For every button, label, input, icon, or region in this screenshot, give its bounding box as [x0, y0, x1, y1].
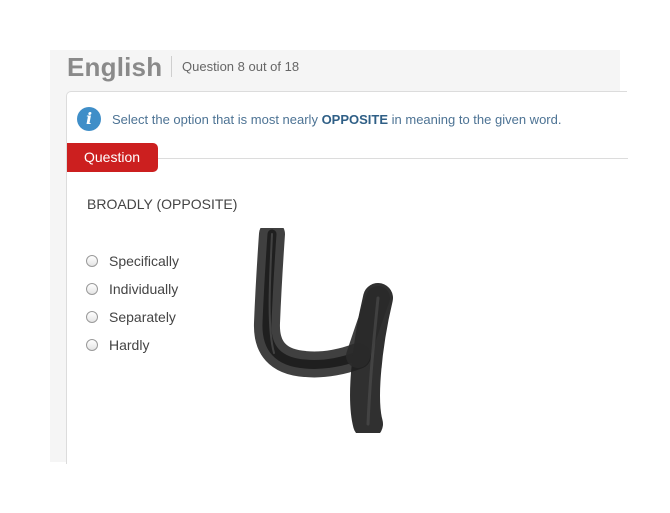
radio-button[interactable] [86, 255, 98, 267]
info-icon: i [77, 107, 101, 131]
handwritten-four-scribble [253, 228, 393, 433]
tab-question[interactable]: Question [67, 143, 158, 172]
option-label: Hardly [109, 337, 150, 353]
header-divider [171, 56, 172, 77]
question-progress: Question 8 out of 18 [182, 59, 300, 74]
tab-divider [158, 158, 628, 159]
option-label: Specifically [109, 253, 180, 269]
instruction-before: Select the option that is most nearly [112, 112, 322, 127]
instruction-text: Select the option that is most nearly OP… [112, 112, 561, 127]
option-label: Individually [109, 281, 179, 297]
subject-title: English [67, 52, 163, 82]
radio-button[interactable] [86, 339, 98, 351]
instruction-emphasis: OPPOSITE [321, 112, 389, 127]
instruction-after: in meaning to the given word. [388, 112, 562, 127]
option-label: Separately [109, 309, 176, 325]
radio-button[interactable] [86, 311, 98, 323]
radio-button[interactable] [86, 283, 98, 295]
question-word: BROADLY (OPPOSITE) [87, 196, 238, 212]
